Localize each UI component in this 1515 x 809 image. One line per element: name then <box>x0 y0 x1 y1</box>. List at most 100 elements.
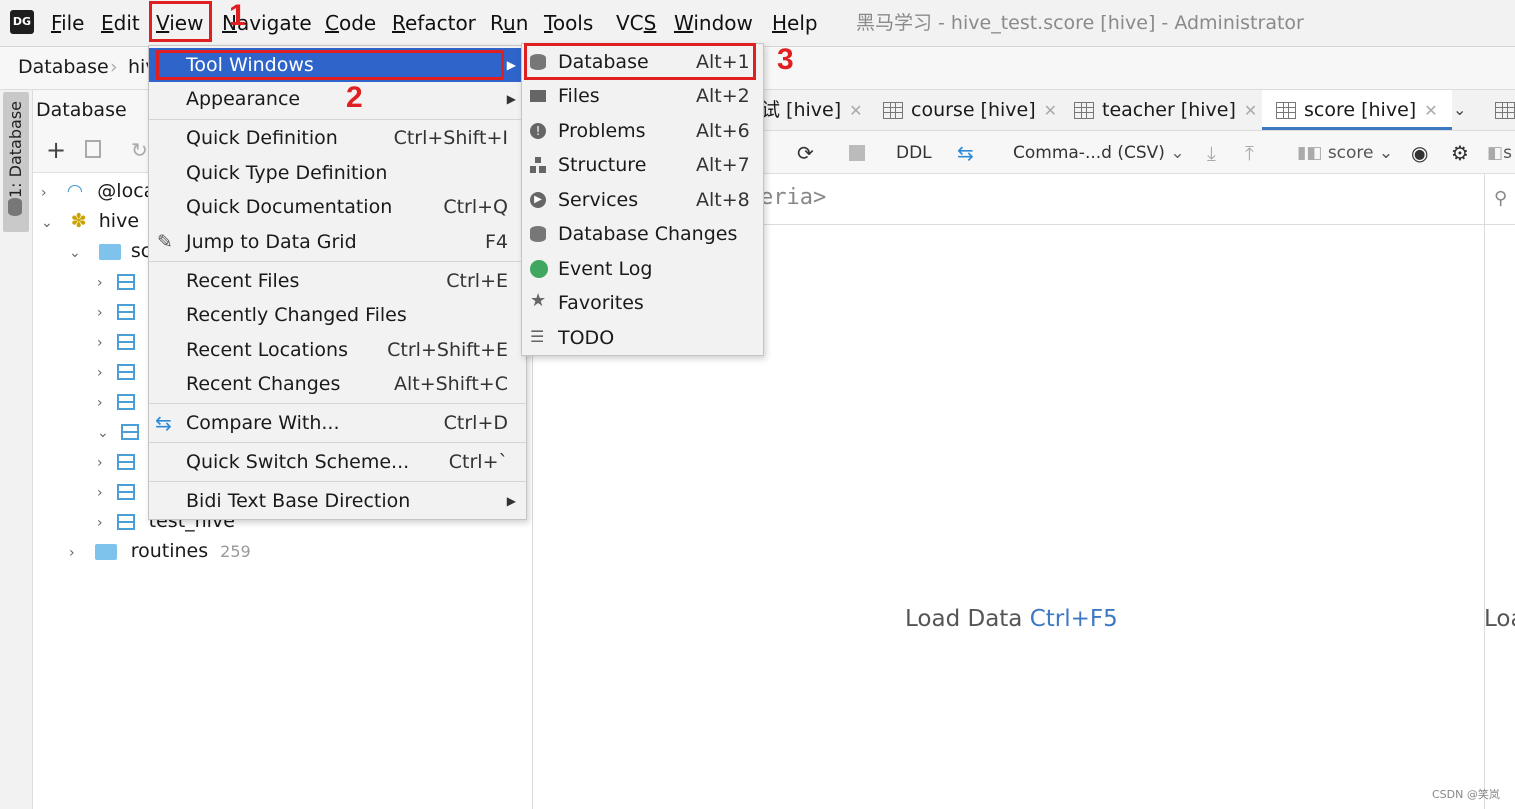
menu-item-recent-locations[interactable]: Recent Locations Ctrl+Shift+E <box>149 333 526 367</box>
toolbar-overflow[interactable]: ◧s <box>1487 141 1515 165</box>
menu-item-quick-type-definition[interactable]: Quick Type Definition <box>149 156 526 190</box>
refresh-icon[interactable]: ↻ <box>131 138 148 162</box>
tree-row-table[interactable]: › <box>97 327 135 355</box>
menu-separator <box>149 442 526 443</box>
menu-item-compare-with[interactable]: ⇆ Compare With... Ctrl+D <box>149 406 526 440</box>
view-eye-icon[interactable]: ◉ <box>1411 141 1428 165</box>
submenu-arrow-icon: ▶ <box>506 92 516 106</box>
database-icon <box>8 198 22 216</box>
annotation-box-database <box>524 43 756 80</box>
view-menu: Tool Windows ▶ Appearance ▶ Quick Definiti… <box>148 45 527 520</box>
menu-item-recent-files[interactable]: Recent Files Ctrl+E <box>149 264 526 298</box>
table-icon <box>1074 102 1094 119</box>
menu-item-appearance[interactable]: Appearance ▶ <box>149 82 526 116</box>
folder-icon <box>530 90 546 102</box>
menu-item-structure[interactable]: Structure Alt+7 <box>522 148 763 182</box>
menu-vcs[interactable]: VCS <box>616 9 656 37</box>
tab-score[interactable]: score [hive] ✕ <box>1262 90 1452 130</box>
annotation-number-2: 2 <box>346 81 363 114</box>
tree-row-table[interactable]: › <box>97 297 135 325</box>
menu-item-quick-switch-scheme[interactable]: Quick Switch Scheme... Ctrl+` <box>149 445 526 479</box>
menu-tools[interactable]: Tools <box>544 9 593 37</box>
problems-icon: ! <box>530 123 546 139</box>
mysql-dolphin-icon: ◠ <box>66 180 84 202</box>
menu-bar: DG File Edit View Navigate Code Refactor… <box>0 0 1515 47</box>
menu-item-services[interactable]: ▶ Services Alt+8 <box>522 183 763 217</box>
todo-icon: ☰ <box>530 327 545 346</box>
close-icon[interactable]: ✕ <box>849 101 862 120</box>
tree-row-table[interactable]: › <box>97 357 135 385</box>
load-data-hint-right: Loa <box>1484 606 1515 632</box>
menu-item-quick-documentation[interactable]: Quick Documentation Ctrl+Q <box>149 190 526 224</box>
table-icon <box>116 453 135 470</box>
settings-gear-icon[interactable]: ⚙ <box>1451 141 1469 165</box>
pencil-icon: ✎ <box>157 231 173 253</box>
tab-extra[interactable] <box>1495 90 1515 130</box>
breadcrumb-hive[interactable]: hive <box>128 56 148 78</box>
table-selector[interactable]: ▮◧ score ⌄ <box>1297 141 1393 165</box>
menu-separator <box>149 481 526 482</box>
table-icon <box>116 393 135 410</box>
tabs-overflow-chevron-icon[interactable]: ⌄ <box>1453 90 1466 130</box>
menu-window[interactable]: Window <box>674 9 753 37</box>
tab-teacher[interactable]: teacher [hive] ✕ <box>1074 90 1257 130</box>
table-icon <box>1276 102 1296 119</box>
menu-item-event-log[interactable]: Event Log <box>522 252 763 286</box>
breadcrumb-database[interactable]: Database <box>18 56 109 78</box>
close-icon[interactable]: ✕ <box>1424 101 1437 120</box>
duplicate-icon[interactable] <box>85 140 101 158</box>
tree-row-table[interactable]: › <box>97 267 135 295</box>
database-panel-title: Database <box>36 99 127 121</box>
table-icon <box>1495 102 1515 119</box>
menu-refactor[interactable]: Refactor <box>392 9 476 37</box>
table-icon <box>116 333 135 350</box>
ddl-button[interactable]: DDL <box>896 141 932 165</box>
search-icon[interactable]: ⚲ <box>1494 188 1507 209</box>
menu-item-recent-changes[interactable]: Recent Changes Alt+Shift+C <box>149 367 526 401</box>
filter-criteria-input[interactable]: eria> <box>760 185 826 210</box>
download-icon[interactable]: ⤓ <box>1207 141 1216 165</box>
submenu-arrow-icon: ▶ <box>506 494 516 508</box>
menu-item-recently-changed-files[interactable]: Recently Changed Files <box>149 298 526 332</box>
tab-course[interactable]: course [hive] ✕ <box>883 90 1057 130</box>
tab-exam[interactable]: 试 [hive] ✕ <box>761 90 863 130</box>
menu-item-jump-to-data-grid[interactable]: ✎ Jump to Data Grid F4 <box>149 225 526 259</box>
tree-row-table[interactable]: › <box>97 447 135 475</box>
event-log-icon <box>530 260 548 278</box>
database-changes-icon <box>530 226 546 242</box>
menu-file[interactable]: File <box>51 9 84 37</box>
menu-separator <box>149 119 526 120</box>
load-data-hint[interactable]: Load Data Ctrl+F5 <box>905 606 1118 632</box>
menu-separator <box>149 261 526 262</box>
reload-icon[interactable]: ⟳ <box>797 141 814 165</box>
menu-item-bidi-text-base-direction[interactable]: Bidi Text Base Direction ▶ <box>149 484 526 518</box>
upload-icon[interactable]: ⤒ <box>1245 141 1254 165</box>
export-format-dropdown[interactable]: Comma-...d (CSV) ⌄ <box>1013 141 1185 165</box>
tree-row-table[interactable]: › <box>97 387 135 415</box>
menu-item-quick-definition[interactable]: Quick Definition Ctrl+Shift+I <box>149 121 526 155</box>
menu-help[interactable]: Help <box>772 9 818 37</box>
menu-item-problems[interactable]: ! Problems Alt+6 <box>522 114 763 148</box>
menu-item-files[interactable]: Files Alt+2 <box>522 79 763 113</box>
menu-run[interactable]: Run <box>490 9 528 37</box>
close-icon[interactable]: ✕ <box>1044 101 1057 120</box>
tree-row-hive[interactable]: ⌄ ✽ hive <box>41 207 139 235</box>
menu-item-favorites[interactable]: ★ Favorites <box>522 286 763 320</box>
menu-edit[interactable]: Edit <box>101 9 140 37</box>
compare-icon: ⇆ <box>155 411 172 435</box>
window-title: 黑马学习 - hive_test.score [hive] - Administ… <box>856 12 1304 34</box>
table-icon <box>116 483 135 500</box>
menu-separator <box>149 403 526 404</box>
folder-icon <box>98 243 121 260</box>
compare-icon[interactable]: ⇆ <box>957 141 974 165</box>
menu-item-database-changes[interactable]: Database Changes <box>522 217 763 251</box>
add-icon[interactable]: + <box>46 136 66 164</box>
menu-code[interactable]: Code <box>325 9 376 37</box>
tree-row-schema[interactable]: ⌄ sc <box>69 237 151 265</box>
tree-row-table[interactable]: › <box>97 477 135 505</box>
stop-icon[interactable] <box>849 145 865 161</box>
tree-row-table[interactable]: ⌄ <box>97 417 139 445</box>
tree-row-routines[interactable]: › routines 259 <box>69 537 251 565</box>
menu-item-todo[interactable]: ☰ TODO <box>522 321 763 355</box>
close-icon[interactable]: ✕ <box>1244 101 1257 120</box>
